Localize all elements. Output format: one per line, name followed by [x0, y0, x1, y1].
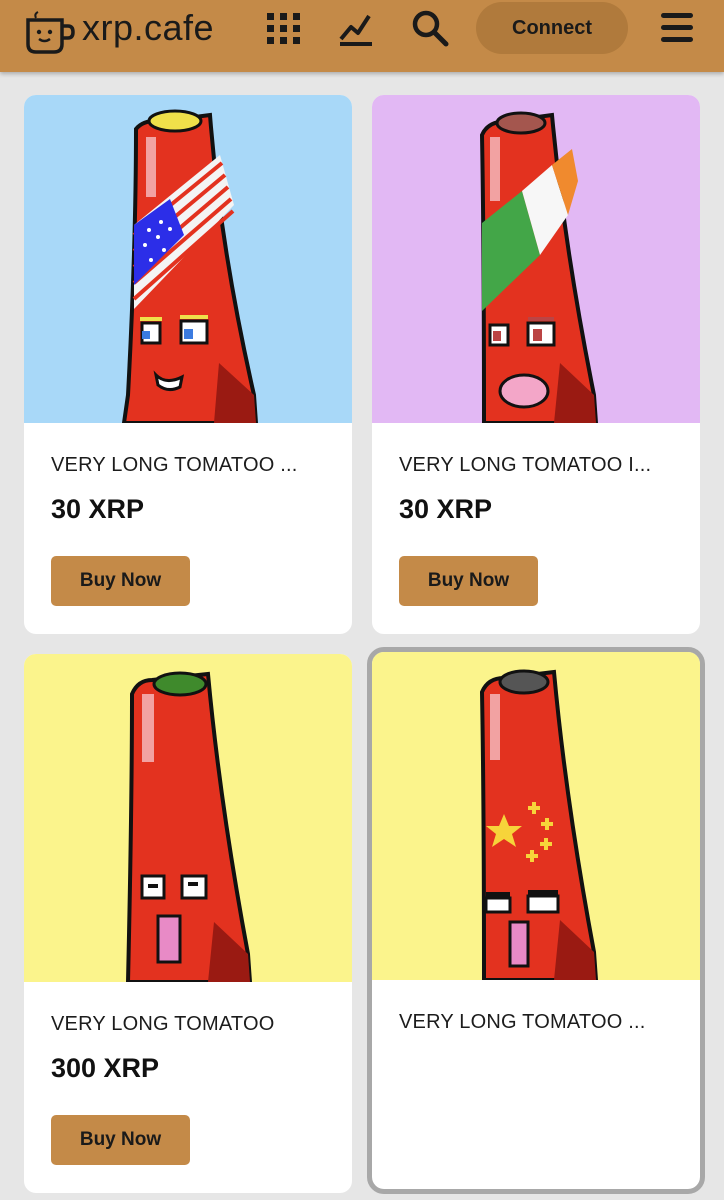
nft-title[interactable]: VERY LONG TOMATOO ... [399, 1011, 646, 1034]
top-nav-bar: xrp.cafe Connect [0, 0, 724, 72]
menu-icon[interactable] [657, 8, 697, 48]
nft-image-tomato-ireland-flag[interactable] [372, 95, 700, 423]
nft-card[interactable]: VERY LONG TOMATOO ... 30 XRP Buy Now [24, 95, 352, 634]
nft-image-tomato-plain[interactable] [24, 654, 352, 982]
nft-image-tomato-us-flag[interactable] [24, 95, 352, 423]
buy-now-button[interactable]: Buy Now [399, 556, 538, 606]
buy-now-button[interactable]: Buy Now [51, 556, 190, 606]
nft-price: 300 XRP [51, 1053, 160, 1083]
nft-title[interactable]: VERY LONG TOMATOO [51, 1013, 274, 1036]
nft-title[interactable]: VERY LONG TOMATOO ... [51, 454, 298, 477]
chart-icon[interactable] [336, 8, 376, 48]
nft-card[interactable]: VERY LONG TOMATOO 300 XRP Buy Now [24, 654, 352, 1193]
connect-button[interactable]: Connect [476, 2, 628, 54]
grid-icon[interactable] [264, 8, 304, 48]
nft-image-tomato-china-flag[interactable] [372, 652, 700, 980]
nft-card[interactable]: VERY LONG TOMATOO I... 30 XRP Buy Now [372, 95, 700, 634]
nft-card-selected[interactable]: VERY LONG TOMATOO ... [367, 647, 705, 1194]
search-icon[interactable] [410, 8, 450, 48]
coffee-cup-logo-icon[interactable] [22, 10, 76, 56]
nft-price: 30 XRP [399, 494, 493, 524]
nft-title[interactable]: VERY LONG TOMATOO I... [399, 454, 651, 477]
nft-price: 30 XRP [51, 494, 145, 524]
buy-now-button[interactable]: Buy Now [51, 1115, 190, 1165]
brand-name[interactable]: xrp.cafe [82, 8, 214, 48]
